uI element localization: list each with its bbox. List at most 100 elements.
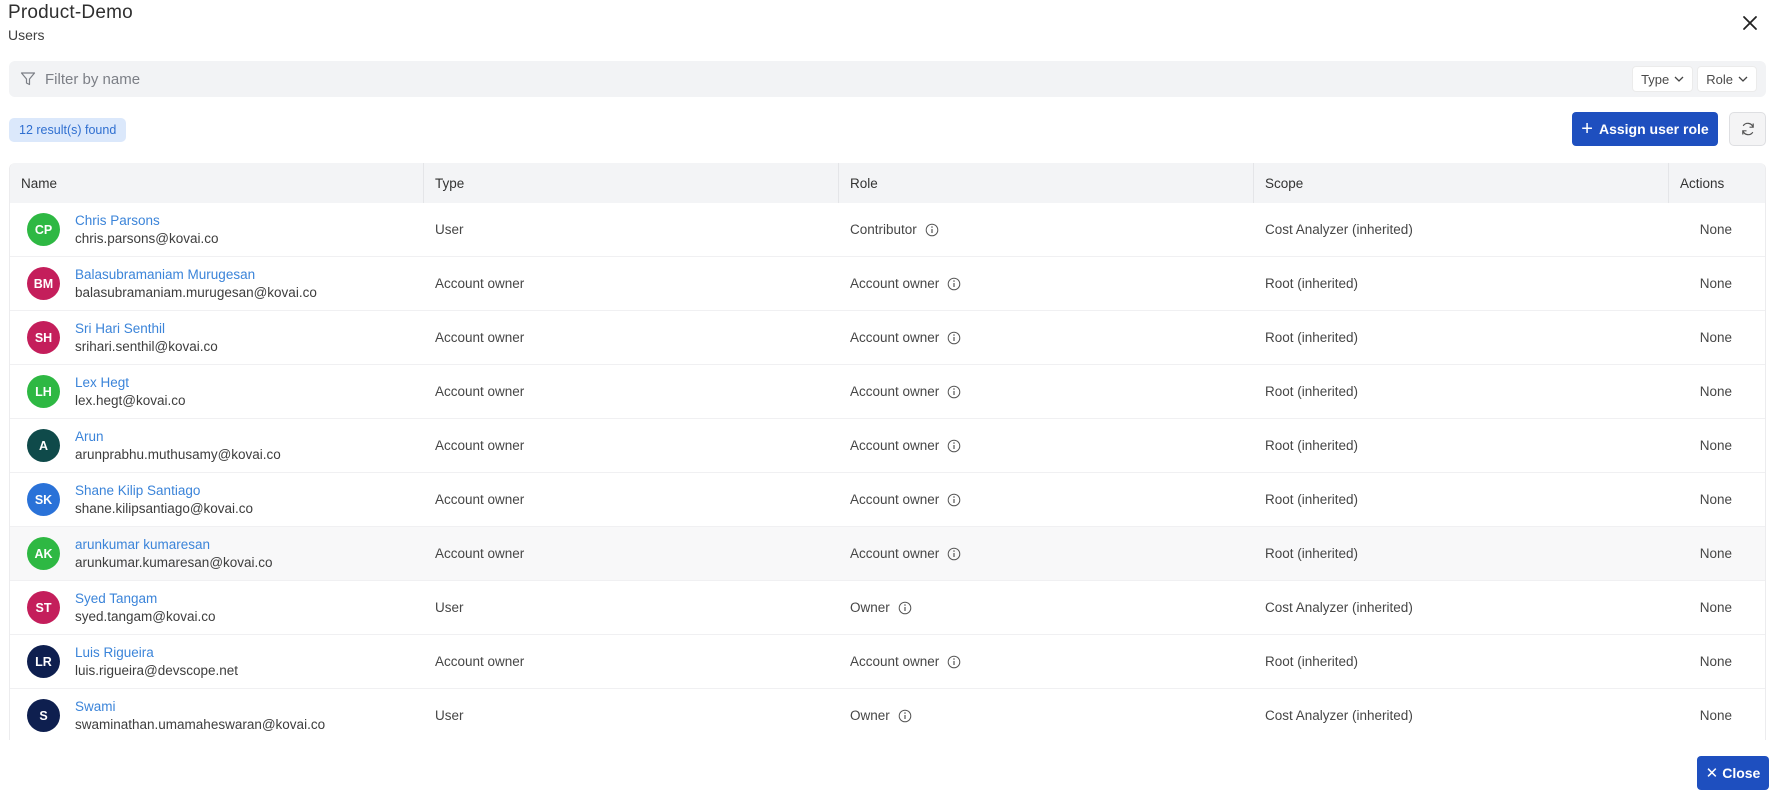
table-row[interactable]: A Arun arunprabhu.muthusamy@kovai.co Acc… — [10, 419, 1765, 473]
user-info: Sri Hari Senthil srihari.senthil@kovai.c… — [75, 320, 218, 356]
info-icon[interactable] — [898, 601, 912, 615]
type-filter-label: Type — [1641, 71, 1670, 87]
name-cell: SK Shane Kilip Santiago shane.kilipsanti… — [10, 473, 424, 526]
user-name-link[interactable]: Syed Tangam — [75, 590, 216, 608]
table-row[interactable]: SK Shane Kilip Santiago shane.kilipsanti… — [10, 473, 1765, 527]
user-type: Account owner — [435, 384, 525, 399]
user-email: luis.rigueira@devscope.net — [75, 662, 239, 678]
role-cell: Account owner — [839, 419, 1254, 472]
actions-cell: None — [1669, 473, 1765, 526]
user-scope: Cost Analyzer (inherited) — [1265, 222, 1413, 237]
info-icon[interactable] — [947, 493, 961, 507]
actions-cell: None — [1669, 365, 1765, 418]
column-header-role[interactable]: Role — [839, 163, 1254, 203]
type-cell: Account owner — [424, 257, 839, 310]
user-actions: None — [1699, 438, 1732, 453]
user-name-link[interactable]: Luis Rigueira — [75, 644, 238, 662]
user-email: lex.hegt@kovai.co — [75, 392, 186, 408]
avatar-initials: LR — [35, 654, 52, 669]
role-cell: Owner — [839, 581, 1254, 634]
refresh-button[interactable] — [1729, 112, 1766, 146]
user-name-link[interactable]: Sri Hari Senthil — [75, 320, 218, 338]
user-email: shane.kilipsantiago@kovai.co — [75, 500, 254, 516]
role-cell: Account owner — [839, 527, 1254, 580]
user-role: Contributor — [850, 222, 917, 237]
table-row[interactable]: CP Chris Parsons chris.parsons@kovai.co … — [10, 203, 1765, 257]
type-filter-dropdown[interactable]: Type — [1632, 66, 1694, 92]
info-icon[interactable] — [947, 277, 961, 291]
column-header-name[interactable]: Name — [10, 163, 424, 203]
users-table[interactable]: Name Type Role Scope Actions CP Chris Pa… — [9, 163, 1766, 740]
table-row[interactable]: S Swami swaminathan.umamaheswaran@kovai.… — [10, 689, 1765, 740]
scope-cell: Cost Analyzer (inherited) — [1254, 203, 1669, 256]
user-info: Arun arunprabhu.muthusamy@kovai.co — [75, 428, 281, 464]
info-icon[interactable] — [947, 385, 961, 399]
avatar: SH — [27, 321, 60, 354]
user-email: arunprabhu.muthusamy@kovai.co — [75, 446, 281, 462]
user-name-link[interactable]: Chris Parsons — [75, 212, 219, 230]
actions-cell: None — [1669, 203, 1765, 256]
user-type: Account owner — [435, 546, 525, 561]
user-type: Account owner — [435, 654, 525, 669]
page-title: Product-Demo — [8, 2, 133, 23]
type-cell: Account owner — [424, 419, 839, 472]
table-row[interactable]: SH Sri Hari Senthil srihari.senthil@kova… — [10, 311, 1765, 365]
info-icon[interactable] — [898, 709, 912, 723]
filter-by-name-input[interactable] — [45, 61, 1633, 97]
user-name-link[interactable]: Arun — [75, 428, 281, 446]
table-row[interactable]: AK arunkumar kumaresan arunkumar.kumares… — [10, 527, 1765, 581]
assign-user-role-button[interactable]: + Assign user role — [1572, 112, 1718, 146]
scope-cell: Cost Analyzer (inherited) — [1254, 581, 1669, 634]
role-cell: Account owner — [839, 257, 1254, 310]
name-cell: SH Sri Hari Senthil srihari.senthil@kova… — [10, 311, 424, 364]
close-dialog-button[interactable] — [1739, 12, 1761, 34]
column-header-scope[interactable]: Scope — [1254, 163, 1669, 203]
user-actions: None — [1699, 330, 1732, 345]
info-icon[interactable] — [947, 331, 961, 345]
table-row[interactable]: LR Luis Rigueira luis.rigueira@devscope.… — [10, 635, 1765, 689]
info-icon[interactable] — [925, 223, 939, 237]
user-actions: None — [1699, 546, 1732, 561]
avatar: SK — [27, 483, 60, 516]
user-role: Owner — [850, 708, 890, 723]
role-filter-dropdown[interactable]: Role — [1697, 66, 1757, 92]
role-cell: Account owner — [839, 365, 1254, 418]
user-name-link[interactable]: Swami — [75, 698, 325, 716]
table-header: Name Type Role Scope Actions — [10, 163, 1765, 203]
avatar-initials: S — [39, 708, 48, 723]
table-body: CP Chris Parsons chris.parsons@kovai.co … — [10, 203, 1765, 740]
user-email: arunkumar.kumaresan@kovai.co — [75, 554, 273, 570]
type-cell: User — [424, 581, 839, 634]
table-row[interactable]: LH Lex Hegt lex.hegt@kovai.co Account ow… — [10, 365, 1765, 419]
user-scope: Root (inherited) — [1265, 330, 1359, 345]
info-icon[interactable] — [947, 439, 961, 453]
user-name-link[interactable]: Lex Hegt — [75, 374, 186, 392]
user-type: Account owner — [435, 438, 525, 453]
user-scope: Cost Analyzer (inherited) — [1265, 600, 1413, 615]
column-header-type[interactable]: Type — [424, 163, 839, 203]
close-icon: ✕ — [1705, 765, 1719, 782]
table-row[interactable]: ST Syed Tangam syed.tangam@kovai.co User… — [10, 581, 1765, 635]
user-name-link[interactable]: Balasubramaniam Murugesan — [75, 266, 317, 284]
avatar-initials: CP — [34, 222, 53, 237]
user-email: swaminathan.umamaheswaran@kovai.co — [75, 716, 326, 732]
role-cell: Account owner — [839, 311, 1254, 364]
info-icon[interactable] — [947, 547, 961, 561]
close-button[interactable]: ✕ Close — [1697, 756, 1769, 790]
user-scope: Root (inherited) — [1265, 492, 1359, 507]
info-icon[interactable] — [947, 655, 961, 669]
type-cell: User — [424, 203, 839, 256]
table-row[interactable]: BM Balasubramaniam Murugesan balasubrama… — [10, 257, 1765, 311]
user-role: Owner — [850, 600, 890, 615]
user-info: Balasubramaniam Murugesan balasubramania… — [75, 266, 317, 302]
user-name-link[interactable]: arunkumar kumaresan — [75, 536, 273, 554]
user-name-link[interactable]: Shane Kilip Santiago — [75, 482, 253, 500]
avatar-initials: SK — [34, 492, 53, 507]
user-scope: Root (inherited) — [1265, 654, 1359, 669]
user-scope: Root (inherited) — [1265, 546, 1359, 561]
scope-cell: Root (inherited) — [1254, 257, 1669, 310]
avatar-initials: SH — [34, 330, 53, 345]
user-email: chris.parsons@kovai.co — [75, 230, 219, 246]
avatar: A — [27, 429, 60, 462]
user-scope: Root (inherited) — [1265, 384, 1359, 399]
